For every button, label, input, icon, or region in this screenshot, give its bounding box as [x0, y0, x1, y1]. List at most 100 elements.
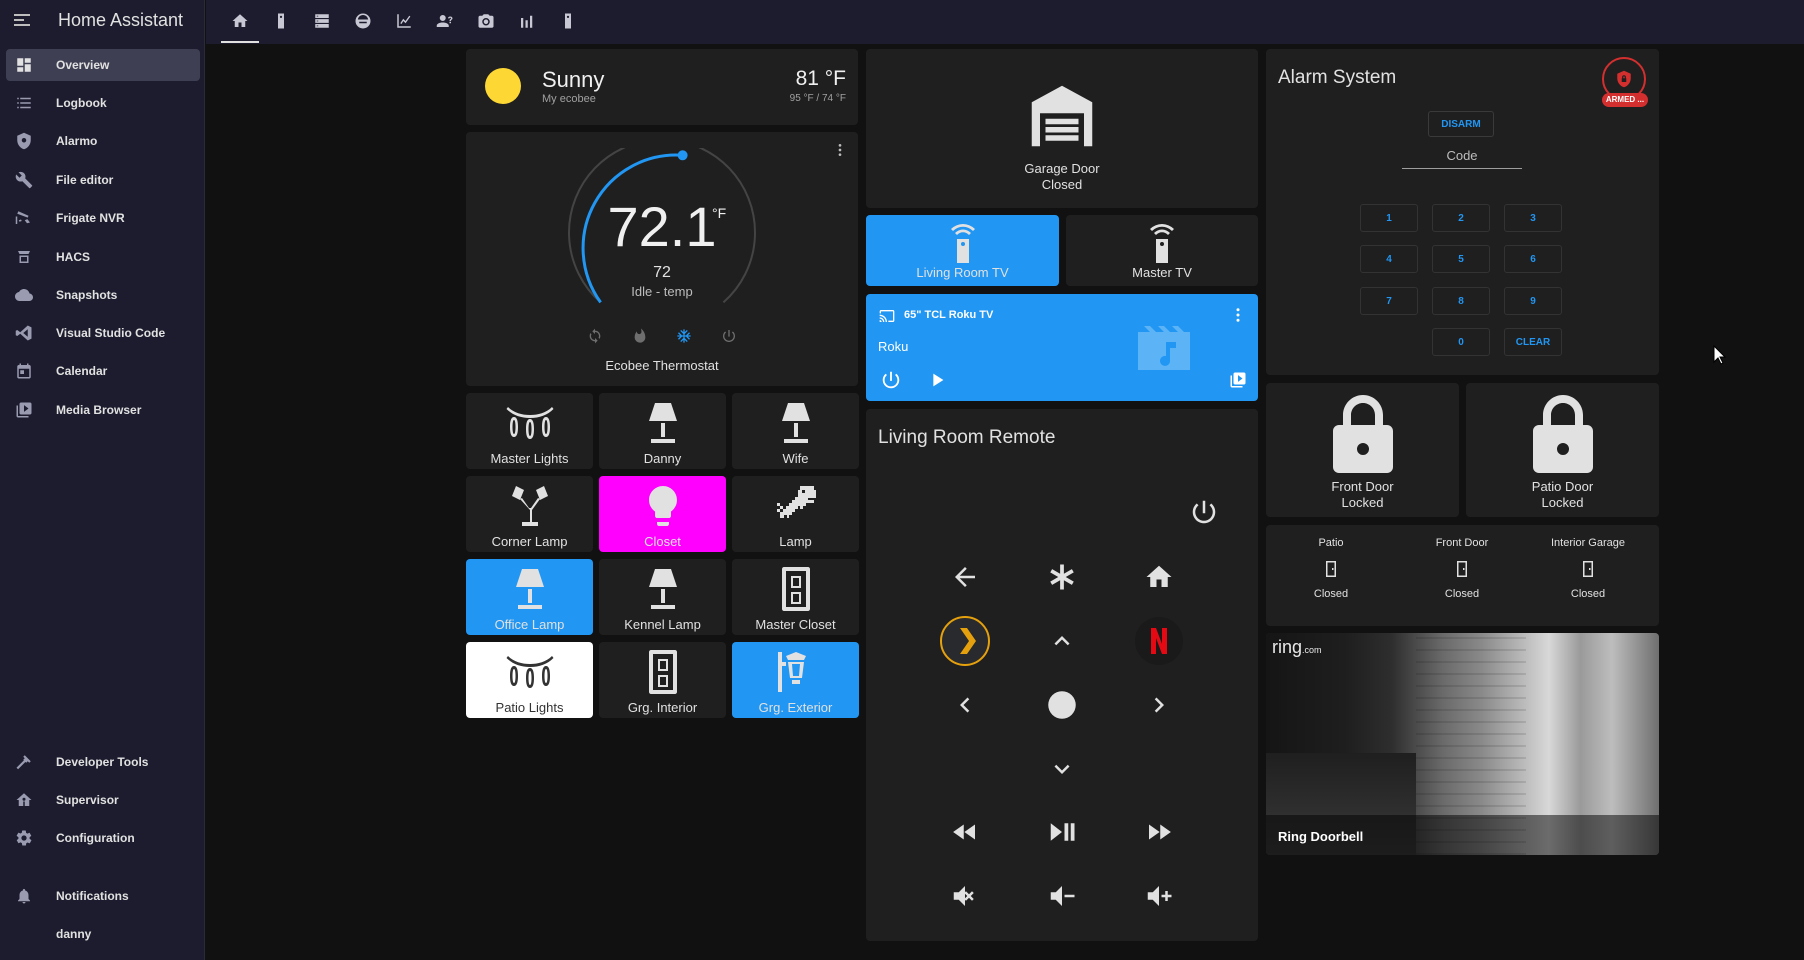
keypad-clear[interactable]: CLEAR	[1504, 328, 1562, 356]
tab-server[interactable]	[311, 10, 333, 32]
tab-home[interactable]	[229, 10, 251, 32]
tab-remote-2[interactable]	[557, 10, 579, 32]
media-play-button[interactable]	[926, 369, 948, 396]
remote-rewind-button[interactable]	[945, 812, 985, 852]
sidebar-item-supervisor[interactable]: Supervisor	[6, 784, 200, 816]
tile-danny[interactable]: Danny	[599, 393, 726, 469]
auto-mode-icon[interactable]	[586, 327, 604, 345]
cool-mode-icon[interactable]	[675, 327, 693, 345]
cast-icon	[879, 310, 895, 322]
keypad-3[interactable]: 3	[1504, 204, 1562, 232]
remote-mute-button[interactable]	[945, 876, 985, 916]
tile-master-lights[interactable]: Master Lights	[466, 393, 593, 469]
tile-grg-interior[interactable]: Grg. Interior	[599, 642, 726, 718]
patio-door-lock-card[interactable]: Patio Door Locked	[1466, 383, 1659, 517]
remote-left-button[interactable]	[945, 685, 985, 725]
tab-wifi[interactable]	[516, 10, 538, 32]
tab-camera[interactable]	[475, 10, 497, 32]
front-door-lock-card[interactable]: Front Door Locked	[1266, 383, 1459, 517]
door-sensor-front-door[interactable]: Front Door Closed	[1402, 537, 1522, 600]
sunny-icon	[485, 68, 521, 104]
media-more-button[interactable]	[1229, 306, 1247, 329]
remote-power-button[interactable]	[1184, 492, 1224, 532]
sidebar-item-label: Configuration	[56, 831, 135, 845]
media-browse-button[interactable]	[1229, 371, 1247, 394]
sidebar-item-frigate[interactable]: Frigate NVR	[6, 202, 200, 234]
string-lights-icon	[466, 399, 593, 447]
garage-name: Garage Door	[1024, 161, 1100, 176]
door-sensor-patio[interactable]: Patio Closed	[1271, 537, 1391, 600]
garage-door-card[interactable]: Garage Door Closed	[866, 49, 1258, 208]
remote-right-button[interactable]	[1139, 685, 1179, 725]
tile-master-tv[interactable]: Master TV	[1066, 215, 1258, 286]
remote-fast-forward-button[interactable]	[1139, 812, 1179, 852]
sidebar-item-calendar[interactable]: Calendar	[6, 355, 200, 387]
sidebar-item-configuration[interactable]: Configuration	[6, 822, 200, 854]
remote-volume-up-button[interactable]	[1139, 876, 1179, 916]
sidebar-item-overview[interactable]: Overview	[6, 49, 200, 81]
sidebar-item-vscode[interactable]: Visual Studio Code	[6, 317, 200, 349]
tile-label: Office Lamp	[494, 617, 565, 632]
more-options-icon[interactable]	[832, 142, 848, 163]
alarm-code-input[interactable]	[1402, 143, 1522, 169]
tile-lamp[interactable]: Lamp	[732, 476, 859, 552]
play-icon	[933, 373, 944, 387]
tile-wife[interactable]: Wife	[732, 393, 859, 469]
sidebar-item-snapshots[interactable]: Snapshots	[6, 279, 200, 311]
tile-grg-exterior[interactable]: Grg. Exterior	[732, 642, 859, 718]
keypad-0[interactable]: 0	[1432, 328, 1490, 356]
lock-icon	[1266, 393, 1459, 473]
sidebar-item-alarmo[interactable]: Alarmo	[6, 125, 200, 157]
ring-doorbell-camera-card[interactable]: ring.com Ring Doorbell	[1266, 633, 1659, 855]
remote-volume-down-button[interactable]	[1042, 876, 1082, 916]
tile-kennel-lamp[interactable]: Kennel Lamp	[599, 559, 726, 635]
keypad-2[interactable]: 2	[1432, 204, 1490, 232]
sidebar-item-logbook[interactable]: Logbook	[6, 87, 200, 119]
tab-remote[interactable]	[270, 10, 292, 32]
power-icon	[1192, 500, 1216, 524]
remote-down-button[interactable]	[1042, 749, 1082, 789]
tab-people[interactable]	[434, 10, 456, 32]
tile-living-room-tv[interactable]: Living Room TV	[866, 215, 1059, 286]
tile-label: Living Room TV	[916, 265, 1009, 280]
plex-button[interactable]	[940, 616, 990, 666]
user-profile[interactable]: danny	[6, 918, 200, 950]
remote-home-button[interactable]	[1139, 557, 1179, 597]
remote-options-button[interactable]	[1042, 557, 1082, 597]
disarm-button[interactable]: DISARM	[1428, 111, 1494, 137]
volume-minus-icon	[1050, 886, 1075, 906]
media-player-card[interactable]: 65" TCL Roku TV Roku	[866, 294, 1258, 401]
media-power-button[interactable]	[880, 369, 902, 396]
hacs-icon	[14, 247, 34, 267]
tile-label: Grg. Interior	[627, 700, 698, 715]
remote-ok-button[interactable]	[1042, 685, 1082, 725]
weather-card[interactable]: Sunny My ecobee 81 °F 95 °F / 74 °F	[466, 49, 858, 125]
tab-robot[interactable]	[352, 10, 374, 32]
remote-up-button[interactable]	[1042, 621, 1082, 661]
keypad-1[interactable]: 1	[1360, 204, 1418, 232]
keypad-7[interactable]: 7	[1360, 287, 1418, 315]
sidebar-item-media-browser[interactable]: Media Browser	[6, 394, 200, 426]
keypad-5[interactable]: 5	[1432, 245, 1490, 273]
sidebar-item-hacs[interactable]: HACS	[6, 241, 200, 273]
tab-charts[interactable]	[393, 10, 415, 32]
keypad-4[interactable]: 4	[1360, 245, 1418, 273]
tile-corner-lamp[interactable]: Corner Lamp	[466, 476, 593, 552]
remote-back-button[interactable]	[945, 557, 985, 597]
remote-play-pause-button[interactable]	[1042, 812, 1082, 852]
notifications-button[interactable]: Notifications	[6, 880, 200, 912]
tile-office-lamp[interactable]: Office Lamp	[466, 559, 593, 635]
tile-master-closet[interactable]: Master Closet	[732, 559, 859, 635]
tile-patio-lights[interactable]: Patio Lights	[466, 642, 593, 718]
sidebar-item-developer-tools[interactable]: Developer Tools	[6, 746, 200, 778]
menu-collapse-icon[interactable]	[14, 13, 30, 27]
heat-mode-icon[interactable]	[631, 327, 649, 345]
door-sensor-interior-garage[interactable]: Interior Garage Closed	[1528, 537, 1648, 600]
power-mode-icon[interactable]	[720, 327, 738, 345]
keypad-8[interactable]: 8	[1432, 287, 1490, 315]
keypad-6[interactable]: 6	[1504, 245, 1562, 273]
keypad-9[interactable]: 9	[1504, 287, 1562, 315]
tile-closet[interactable]: Closet	[599, 476, 726, 552]
netflix-button[interactable]	[1134, 616, 1184, 666]
sidebar-item-file-editor[interactable]: File editor	[6, 164, 200, 196]
